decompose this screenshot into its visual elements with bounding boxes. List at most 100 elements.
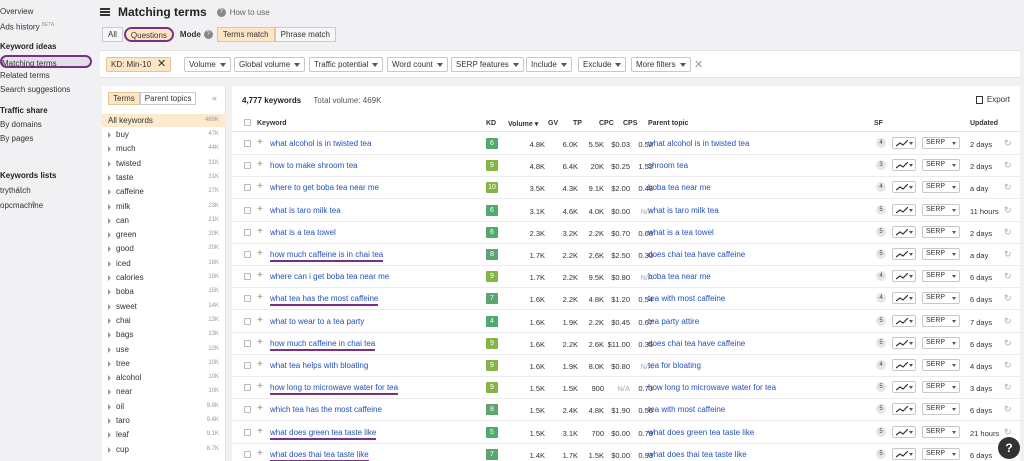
keyword-link[interactable]: how much caffeine in chai tea [270, 339, 376, 351]
expand-arrow-icon[interactable] [108, 317, 111, 324]
serp-features-count[interactable]: 4 [876, 360, 886, 370]
trend-chart-button[interactable] [892, 381, 916, 394]
filter-include[interactable]: Include [526, 57, 572, 72]
parent-topic-link[interactable]: does chai tea have caffeine [648, 339, 745, 348]
nav-ads-history[interactable]: Ads history BETA [0, 19, 54, 32]
sidebar-item-taste[interactable]: taste 31K [102, 171, 226, 184]
tab-terms[interactable]: Terms [108, 92, 140, 105]
add-to-list-icon[interactable]: + [257, 359, 263, 370]
sidebar-item-cup[interactable]: cup 8.7K [102, 443, 226, 456]
add-to-list-icon[interactable]: + [257, 292, 263, 303]
tab-parent-topics[interactable]: Parent topics [139, 92, 197, 105]
trend-chart-button[interactable] [892, 447, 916, 460]
expand-arrow-icon[interactable] [108, 289, 111, 296]
row-checkbox[interactable] [244, 140, 251, 147]
serp-features-count[interactable]: 5 [876, 249, 886, 259]
add-to-list-icon[interactable]: + [257, 315, 263, 326]
expand-arrow-icon[interactable] [108, 174, 111, 181]
keyword-link[interactable]: how much caffeine is in chai tea [270, 250, 384, 262]
filter-volume[interactable]: Volume [184, 57, 231, 72]
refresh-icon[interactable]: ↻ [1004, 338, 1012, 349]
row-checkbox[interactable] [244, 162, 251, 170]
add-to-list-icon[interactable]: + [257, 448, 263, 459]
how-to-use-link[interactable]: ? How to use [216, 7, 270, 17]
filter-exclude[interactable]: Exclude [578, 57, 627, 72]
trend-chart-button[interactable] [892, 425, 916, 438]
expand-arrow-icon[interactable] [108, 432, 111, 439]
keyword-link[interactable]: what tea helps with bloating [270, 361, 368, 370]
sidebar-item-all-keywords[interactable]: All keywords 469K [102, 114, 226, 127]
expand-arrow-icon[interactable] [108, 232, 111, 239]
serp-features-count[interactable]: 3 [876, 160, 886, 171]
sidebar-item-chai[interactable]: chai 13K [102, 314, 226, 327]
parent-topic-link[interactable]: what does green tea taste like [648, 428, 754, 437]
serp-dropdown[interactable]: SERP [922, 159, 960, 172]
add-to-list-icon[interactable]: + [257, 426, 263, 437]
serp-features-count[interactable]: 4 [876, 138, 886, 148]
mode-help-icon[interactable]: ? [203, 29, 213, 39]
col-tp[interactable]: TP [573, 120, 582, 127]
nav-overview[interactable]: Overview [0, 5, 33, 18]
col-updated[interactable]: Updated [970, 120, 998, 127]
parent-topic-link[interactable]: tea party attire [648, 317, 699, 326]
tab-phrase-match[interactable]: Phrase match [274, 26, 336, 42]
row-checkbox[interactable] [244, 317, 251, 325]
filter-kd-min-10[interactable]: KD: Min-10 ✕ [106, 57, 172, 72]
nav-trythatch[interactable]: trythatch 41 [0, 184, 31, 197]
nav-by-domains[interactable]: By domains [0, 118, 42, 131]
add-to-list-icon[interactable]: + [257, 403, 263, 414]
expand-arrow-icon[interactable] [108, 203, 111, 210]
col-cpc[interactable]: CPC [599, 120, 614, 127]
trend-chart-button[interactable] [892, 314, 916, 327]
col-cps[interactable]: CPS [623, 120, 637, 127]
serp-dropdown[interactable]: SERP [922, 248, 960, 260]
serp-features-count[interactable]: 5 [876, 204, 886, 215]
serp-dropdown[interactable]: SERP [922, 270, 960, 283]
expand-arrow-icon[interactable] [108, 303, 111, 310]
keyword-link[interactable]: where to get boba tea near me [270, 183, 379, 192]
serp-dropdown[interactable]: SERP [922, 203, 960, 216]
serp-dropdown[interactable]: SERP [922, 314, 960, 327]
add-to-list-icon[interactable]: + [257, 248, 263, 259]
nav-search-suggestions[interactable]: Search suggestions [0, 83, 70, 96]
add-to-list-icon[interactable]: + [257, 137, 263, 148]
sidebar-item-much[interactable]: much 44K [102, 142, 226, 155]
serp-dropdown[interactable]: SERP [922, 425, 960, 438]
sidebar-item-use[interactable]: use 12K [102, 343, 226, 356]
col-sf[interactable]: SF [874, 120, 883, 127]
add-to-list-icon[interactable]: + [257, 270, 263, 281]
serp-dropdown[interactable]: SERP [922, 292, 960, 305]
row-checkbox[interactable] [244, 450, 251, 458]
add-to-list-icon[interactable]: + [257, 204, 263, 215]
refresh-icon[interactable]: ↻ [1004, 360, 1012, 371]
refresh-icon[interactable]: ↻ [1004, 160, 1012, 171]
serp-features-count[interactable]: 5 [876, 337, 886, 348]
filter-more-filters[interactable]: More filters [631, 57, 691, 72]
refresh-icon[interactable]: ↻ [1004, 227, 1012, 238]
serp-features-count[interactable]: 5 [876, 404, 886, 415]
trend-chart-button[interactable] [892, 181, 916, 194]
keyword-link[interactable]: how long to microwave water for tea [270, 383, 399, 396]
expand-arrow-icon[interactable] [108, 160, 111, 167]
trend-chart-button[interactable] [892, 137, 916, 149]
remove-filter-icon[interactable]: ✕ [157, 58, 166, 70]
sidebar-item-leaf[interactable]: leaf 9.1K [102, 428, 226, 441]
add-to-list-icon[interactable]: + [257, 159, 263, 170]
keyword-link[interactable]: what to wear to a tea party [270, 317, 364, 326]
trend-chart-button[interactable] [892, 203, 916, 216]
sidebar-item-can[interactable]: can 21K [102, 214, 226, 227]
serp-features-count[interactable]: 5 [876, 448, 886, 459]
sidebar-item-tree[interactable]: tree 10K [102, 357, 226, 370]
nav-related-terms[interactable]: Related terms [0, 69, 50, 82]
serp-dropdown[interactable]: SERP [922, 403, 960, 416]
serp-features-count[interactable]: 4 [876, 293, 886, 304]
col-parent-topic[interactable]: Parent topic [648, 120, 688, 127]
serp-dropdown[interactable]: SERP [922, 336, 960, 349]
sidebar-item-caffeine[interactable]: caffeine 27K [102, 185, 226, 198]
col-keyword[interactable]: Keyword [257, 120, 287, 127]
refresh-icon[interactable]: ↻ [1004, 316, 1012, 327]
serp-dropdown[interactable]: SERP [922, 359, 960, 371]
trend-chart-button[interactable] [892, 159, 916, 172]
refresh-icon[interactable]: ↻ [1004, 138, 1012, 149]
filter-word-count[interactable]: Word count [387, 57, 448, 72]
